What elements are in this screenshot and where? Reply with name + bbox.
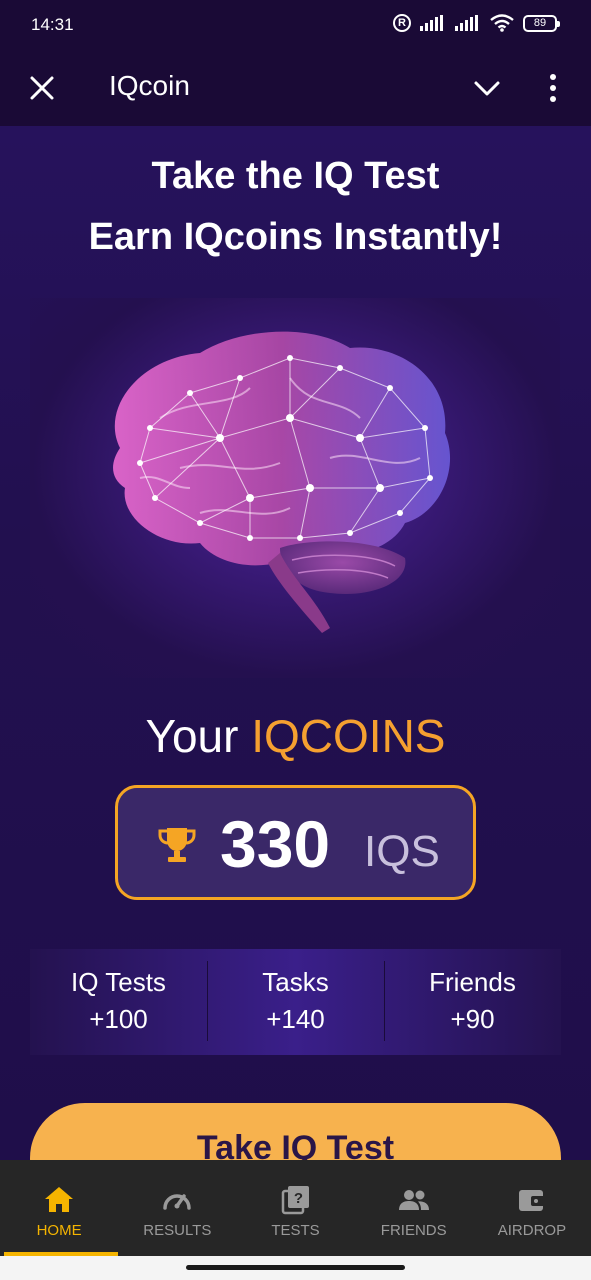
brain-image: [113, 331, 451, 633]
nav-label: TESTS: [271, 1222, 320, 1239]
status-bar: 14:31 R 89: [0, 0, 591, 52]
brain-illustration: [30, 298, 560, 678]
stat-value: +100: [89, 1004, 148, 1034]
speedometer-icon: [163, 1194, 192, 1210]
nav-item-tests[interactable]: ? TESTS: [236, 1160, 354, 1256]
status-icons: R 89: [393, 14, 560, 32]
coin-unit: IQS: [364, 827, 440, 876]
quiz-icon: ?: [281, 1186, 309, 1215]
chevron-down-icon[interactable]: [467, 68, 507, 108]
your-coins-heading: Your IQCOINS: [0, 706, 591, 766]
registered-icon: R: [393, 14, 411, 32]
nav-label: RESULTS: [143, 1222, 212, 1239]
signal-icon: [455, 15, 478, 31]
nav-item-friends[interactable]: FRIENDS: [355, 1160, 473, 1256]
wifi-icon: [490, 14, 514, 32]
hero-headline: Take the IQ Test Earn IQcoins Instantly!: [0, 146, 591, 268]
wallet-icon: [518, 1190, 545, 1211]
nav-item-home[interactable]: HOME: [0, 1160, 119, 1256]
app-title: IQcoin: [109, 70, 190, 101]
coin-balance-card: 330 IQS: [115, 785, 476, 900]
status-time: 14:31: [31, 15, 74, 34]
nav-item-airdrop[interactable]: AIRDROP: [473, 1160, 591, 1256]
stats-row: IQ Tests +100 Tasks +140 Friends +90: [30, 949, 561, 1055]
hero-line-1: Take the IQ Test: [151, 155, 440, 197]
bottom-nav: HOME RESULTS ? TESTS FRIENDS AIRDROP: [0, 1160, 591, 1256]
close-icon[interactable]: [22, 68, 62, 108]
main-content: Take the IQ Test Earn IQcoins Instantly!: [0, 126, 591, 1160]
battery-icon: 89: [523, 14, 560, 32]
home-indicator[interactable]: [186, 1265, 405, 1270]
nav-label: HOME: [36, 1222, 82, 1239]
stat-label: Tasks: [262, 967, 329, 997]
your-coins-highlight: IQCOINS: [251, 710, 446, 762]
stat-iq-tests: IQ Tests +100: [30, 949, 207, 1055]
people-icon: [398, 1190, 429, 1210]
system-gesture-bar: [0, 1256, 591, 1280]
app-header: IQcoin: [0, 52, 591, 126]
stat-label: IQ Tests: [71, 967, 166, 997]
your-coins-prefix: Your: [145, 710, 252, 762]
nav-label: AIRDROP: [497, 1222, 567, 1239]
trophy-icon: [158, 828, 196, 862]
stat-tasks: Tasks +140: [207, 949, 384, 1055]
nav-label: FRIENDS: [380, 1222, 447, 1239]
more-vertical-icon[interactable]: [533, 68, 573, 108]
svg-text:?: ?: [293, 1190, 302, 1207]
stat-label: Friends: [429, 967, 516, 997]
signal-icon: [420, 15, 443, 31]
hero-line-2: Earn IQcoins Instantly!: [88, 216, 503, 258]
stat-friends: Friends +90: [384, 949, 561, 1055]
stat-value: +140: [266, 1004, 325, 1034]
take-iq-test-button[interactable]: Take IQ Test: [30, 1103, 561, 1160]
stat-value: +90: [450, 1004, 495, 1034]
coin-value: 330: [220, 807, 331, 881]
home-icon: [45, 1187, 74, 1212]
nav-item-results[interactable]: RESULTS: [118, 1160, 236, 1256]
